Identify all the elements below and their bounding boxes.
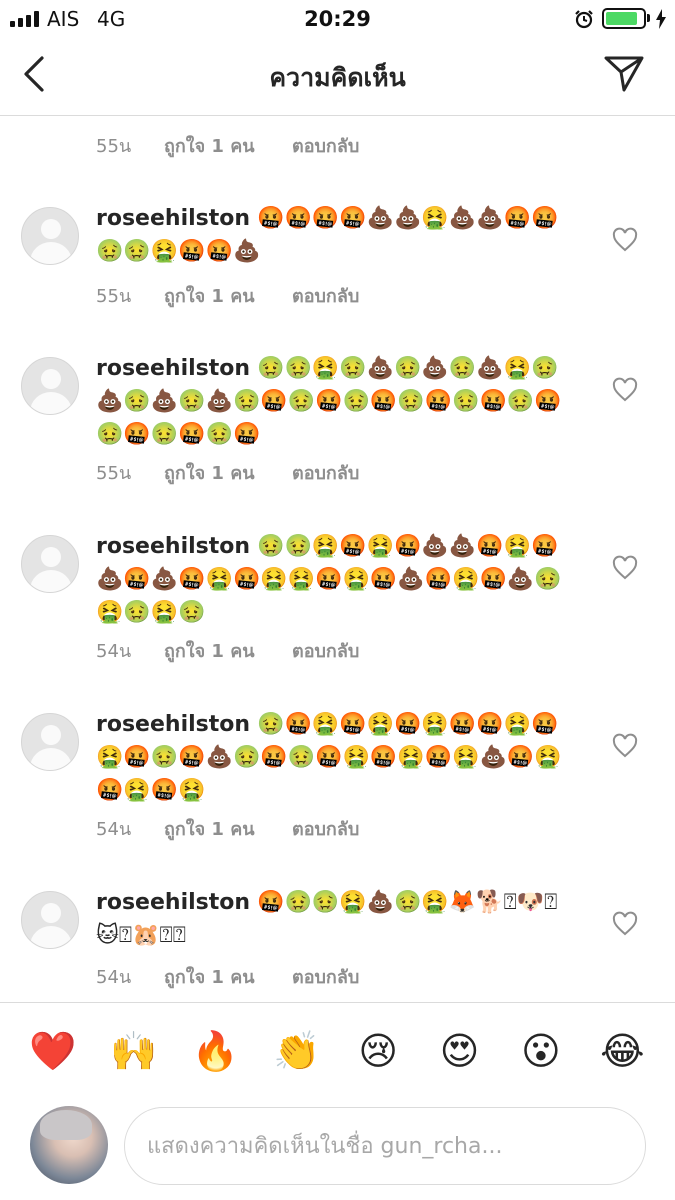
reply-button[interactable]: ตอบกลับ <box>292 281 359 310</box>
reply-button[interactable]: ตอบกลับ <box>292 458 359 487</box>
comment-time: 55น <box>96 463 132 484</box>
comment-likes-link[interactable]: ถูกใจ 1 คน <box>164 131 292 160</box>
heart-outline-icon <box>612 555 638 580</box>
comment-username[interactable]: roseehilston <box>96 534 250 559</box>
emoji-crying-button[interactable]: 😢 <box>350 1028 406 1074</box>
emoji-fire-button[interactable]: 🔥 <box>187 1028 243 1074</box>
comment-text: roseehilston 🤬🤢🤢🤮💩🤢🤮🦊🐕⍰🐶⍰🐱⍰🐹⍰⍰ <box>96 886 566 952</box>
emoji-surprised-button[interactable]: 😮 <box>513 1028 569 1074</box>
battery-level <box>606 12 637 25</box>
page-title: ความคิดเห็น <box>269 63 406 92</box>
comment-meta: 55น ถูกใจ 1 คน ตอบกลับ <box>96 458 359 487</box>
comment-likes-link[interactable]: ถูกใจ 1 คน <box>164 281 292 310</box>
heart-outline-icon <box>612 227 638 252</box>
like-comment-button[interactable] <box>612 555 638 581</box>
like-comment-button[interactable] <box>612 911 638 937</box>
emoji-heart-eyes-button[interactable]: 😍 <box>432 1028 488 1074</box>
comment-likes-link[interactable]: ถูกใจ 1 คน <box>164 814 292 843</box>
comment-text: roseehilston 🤢🤢🤮🤬🤮🤬💩💩🤬🤮🤬💩🤬💩🤬🤮🤬🤮🤮🤬🤮🤬💩🤬🤮🤬💩… <box>96 530 566 629</box>
battery-cap <box>647 14 650 22</box>
comment-text: roseehilston 🤢🤢🤮🤢💩🤢💩🤢💩🤮🤢💩🤢💩🤢💩🤢🤬🤢🤬🤢🤬🤢🤬🤢🤬🤢… <box>96 352 566 451</box>
comment-meta: 54น ถูกใจ 1 คน ตอบกลับ <box>96 962 359 991</box>
comment-meta: 54น ถูกใจ 1 คน ตอบกลับ <box>96 814 359 843</box>
status-bar: AIS 4G 20:29 <box>0 0 675 38</box>
like-comment-button[interactable] <box>612 733 638 759</box>
reply-button[interactable]: ตอบกลับ <box>292 962 359 991</box>
paper-plane-icon <box>604 56 644 92</box>
reply-button[interactable]: ตอบกลับ <box>292 636 359 665</box>
avatar[interactable] <box>21 207 79 265</box>
alarm-icon <box>575 10 593 29</box>
comment-list[interactable]: 55น ถูกใจ 1 คน ตอบกลับ roseehilston 🤬🤬🤬🤬… <box>0 116 675 1002</box>
comment-username[interactable]: roseehilston <box>96 712 250 737</box>
heart-outline-icon <box>612 377 638 402</box>
comment-likes-link[interactable]: ถูกใจ 1 คน <box>164 962 292 991</box>
comment-time: 55น <box>96 136 132 157</box>
comment-time: 54น <box>96 967 132 988</box>
comment-username[interactable]: roseehilston <box>96 890 250 915</box>
battery-icon <box>602 8 646 29</box>
emoji-heart-button[interactable]: ❤️ <box>25 1028 81 1074</box>
comments-header: ความคิดเห็น <box>0 38 675 116</box>
heart-outline-icon <box>612 733 638 758</box>
comment-input[interactable] <box>124 1107 646 1185</box>
emoji-joy-button[interactable]: 😂 <box>594 1028 650 1074</box>
quick-emoji-bar: ❤️ 🙌 🔥 👏 😢 😍 😮 😂 <box>0 1002 675 1098</box>
comment-text: roseehilston 🤢🤬🤮🤬🤮🤬🤮🤬🤬🤮🤬🤮🤬🤢🤬💩🤢🤬🤢🤬🤮🤬🤮🤬🤮💩🤬… <box>96 708 566 807</box>
like-comment-button[interactable] <box>612 377 638 403</box>
emoji-clap-button[interactable]: 👏 <box>269 1028 325 1074</box>
comment-time: 54น <box>96 819 132 840</box>
comment-text: roseehilston 🤬🤬🤬🤬💩💩🤮💩💩🤬🤬🤢🤢🤮🤬🤬💩 <box>96 202 566 268</box>
heart-outline-icon <box>612 911 638 936</box>
comment-likes-link[interactable]: ถูกใจ 1 คน <box>164 458 292 487</box>
comment-likes-link[interactable]: ถูกใจ 1 คน <box>164 636 292 665</box>
comment-time: 54น <box>96 641 132 662</box>
comment-composer <box>0 1098 675 1200</box>
comment-username[interactable]: roseehilston <box>96 356 250 381</box>
comment-meta: 54น ถูกใจ 1 คน ตอบกลับ <box>96 636 359 665</box>
avatar[interactable] <box>21 535 79 593</box>
avatar[interactable] <box>21 891 79 949</box>
avatar[interactable] <box>21 713 79 771</box>
emoji-raised-hands-button[interactable]: 🙌 <box>106 1028 162 1074</box>
share-button[interactable] <box>600 52 648 96</box>
like-comment-button[interactable] <box>612 227 638 253</box>
comment-username[interactable]: roseehilston <box>96 206 250 231</box>
reply-button[interactable]: ตอบกลับ <box>292 131 359 160</box>
reply-button[interactable]: ตอบกลับ <box>292 814 359 843</box>
current-user-avatar <box>30 1106 108 1184</box>
comment-time: 55น <box>96 286 132 307</box>
avatar[interactable] <box>21 357 79 415</box>
comment-meta: 55น ถูกใจ 1 คน ตอบกลับ <box>96 281 359 310</box>
partial-comment-meta: 55น ถูกใจ 1 คน ตอบกลับ <box>96 131 359 160</box>
charging-bolt-icon <box>656 9 666 29</box>
